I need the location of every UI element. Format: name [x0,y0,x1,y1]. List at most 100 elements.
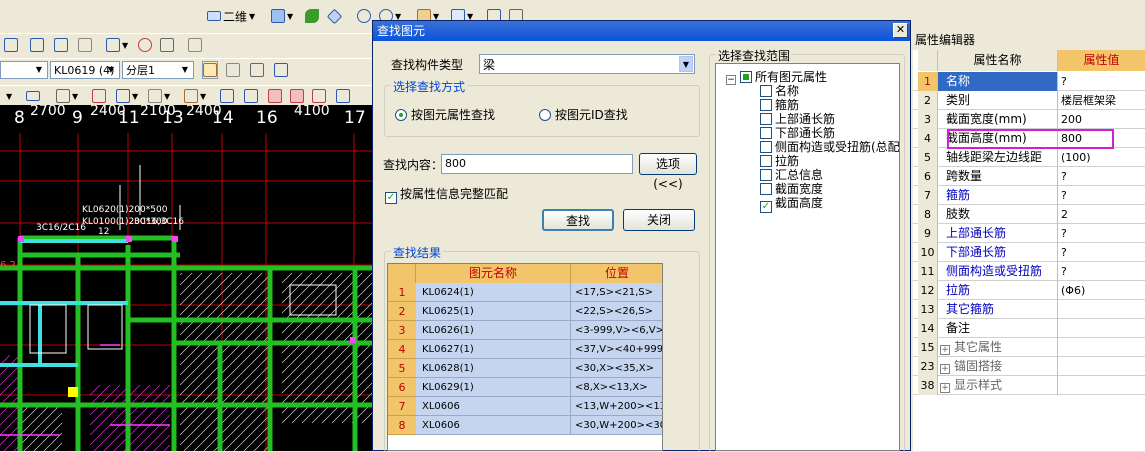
dropdown-arrow-button[interactable]: ▼ [6,87,12,105]
pick-button[interactable] [202,61,218,79]
copy-mark-button[interactable] [290,87,304,105]
leaf-icon [305,9,319,23]
offset-icon [54,38,68,52]
document-button[interactable] [160,36,174,54]
component-type-select[interactable]: 梁 ▼ [479,54,695,74]
rebar-button[interactable] [220,87,234,105]
axis-button[interactable] [4,36,18,54]
table-row[interactable]: 1 KL0624(1) <17,S><21,S> [388,283,662,302]
property-row-stirrup[interactable]: 7 箍筋? [913,186,1145,205]
snap-button[interactable]: ▼ [56,87,78,105]
property-row-remark[interactable]: 14 备注 [913,319,1145,338]
component-dropdown[interactable]: KL0619 (4) ▼ [50,61,120,79]
axis-grid-icon [4,38,18,52]
cad-label-beam1: KL0620(1)200*500 [82,205,168,215]
offset-button[interactable] [54,36,68,54]
property-row-side-rebar[interactable]: 11 侧面构造或受扭筋? [913,262,1145,281]
dimension-label: 4100 [294,105,330,119]
rectangle-button[interactable] [26,87,40,105]
edit-button[interactable] [78,36,92,54]
document-icon [160,38,174,52]
align-icon [30,38,44,52]
smart-layout-button[interactable] [92,87,106,105]
property-row-category[interactable]: 2 类别 楼层框架梁 [913,91,1145,110]
results-table: 图元名称 位置 1 KL0624(1) <17,S><21,S> 2 KL0625(1… [387,263,663,451]
cross-icon [336,89,350,103]
property-row-tie[interactable]: 12 拉筋 (Φ6) [913,281,1145,300]
property-row-other-attrs[interactable]: 15 + 其它属性 [913,338,1145,357]
method-by-attr-radio[interactable]: 按图元属性查找 [395,106,495,123]
table-row[interactable]: 8 XL0606 <30,W+200><30, [388,416,662,435]
dialog-title-bar[interactable]: 查找图元 ✕ [373,21,910,41]
table-row[interactable]: 3 KL0626(1) <3-999,V><6,V> [388,321,662,340]
view-mode-dropdown[interactable]: 二维 ▼ [207,7,255,25]
floor-dropdown[interactable]: ▼ [0,61,48,79]
property-row-name[interactable]: 1 名称? [913,72,1145,91]
cube-icon [271,9,285,23]
axis-number: 16 [256,108,278,128]
axis-number: 11 [118,108,140,128]
modify-button[interactable]: ▼ [116,87,138,105]
draw-line-button[interactable] [226,61,240,79]
zoom-button[interactable] [357,7,371,25]
pen-icon [188,38,202,52]
pen-button[interactable] [188,36,202,54]
find-button[interactable]: 查找 [542,209,614,231]
table-row[interactable]: 7 XL0606 <13,W+200><13, [388,397,662,416]
eyedropper-button[interactable] [274,61,288,79]
flag-button[interactable] [312,87,326,105]
zoom-icon [357,9,371,23]
property-row-bottom-rebar[interactable]: 10 下部通长筋? [913,243,1145,262]
measure-button[interactable]: ▼ [106,36,128,54]
grid-button[interactable] [250,61,264,79]
property-row-top-rebar[interactable]: 9 上部通长筋? [913,224,1145,243]
dynamic-view-button[interactable] [326,7,343,25]
pick-icon [203,63,217,77]
table-row[interactable]: 2 KL0625(1) <22,S><26,S> [388,302,662,321]
original-mark-button[interactable] [268,87,282,105]
table-row[interactable]: 6 KL0629(1) <8,X><13,X> [388,378,662,397]
copy-mark-icon [290,89,304,103]
property-row-width[interactable]: 3 截面宽度(mm) 200 [913,110,1145,129]
rectangle-icon [26,91,40,101]
layer-dropdown[interactable]: 分层1 ▼ [122,61,194,79]
component-type-label: 查找构件类型 [391,58,464,72]
3d-view-button[interactable]: ▼ [271,7,293,25]
checkbox-partial-icon[interactable] [740,71,752,83]
property-row-span-count[interactable]: 6 跨数量? [913,167,1145,186]
close-icon[interactable]: ✕ [893,23,908,38]
mark-icon [268,89,282,103]
property-row-offset[interactable]: 5 轴线距梁左边线距 (100) [913,148,1145,167]
collapse-icon[interactable]: − [726,75,736,85]
cad-label-side: 6,2 [0,260,16,271]
axis-number: 14 [212,108,234,128]
snap-icon [56,89,70,103]
expand-icon[interactable]: + [940,383,950,393]
scope-item-height[interactable]: ✓ 截面高度 [760,194,823,213]
close-button[interactable]: 关闭 [623,209,695,231]
extend-button[interactable]: ▼ [148,87,170,105]
table-row[interactable]: 4 KL0627(1) <37,V><40+999, [388,340,662,359]
table-row[interactable]: 5 KL0628(1) <30,X><35,X> [388,359,662,378]
axis-number: 13 [162,108,184,128]
property-row-anchorage[interactable]: 23 + 锚固搭接 [913,357,1145,376]
exact-match-checkbox[interactable]: ✓ 按属性信息完整匹配 [385,185,508,204]
property-row-legs[interactable]: 8 肢数 2 [913,205,1145,224]
method-by-id-radio[interactable]: 按图元ID查找 [539,106,628,123]
rotate-button[interactable] [305,7,319,25]
layer-button[interactable] [138,36,152,54]
cross-button[interactable] [336,87,350,105]
brush-button[interactable]: ▼ [184,87,206,105]
property-header-name: 属性名称 [938,50,1058,71]
expand-icon[interactable]: + [940,364,950,374]
cad-drawing-canvas[interactable]: KL0620(1)200*500 KL0100(1)200*300 3C16;3… [0,105,372,451]
property-row-display-style[interactable]: 38 + 显示样式 [913,376,1145,395]
property-row-other-stirrup[interactable]: 13 其它箍筋 [913,300,1145,319]
chevron-down-icon: ▼ [35,65,43,74]
expand-icon[interactable]: + [940,345,950,355]
results-header-name: 图元名称 [416,264,571,283]
search-content-input[interactable]: 800 [441,154,633,174]
span-button[interactable] [244,87,258,105]
options-button[interactable]: 选项 (<<) [639,153,697,191]
align-button[interactable] [30,36,44,54]
